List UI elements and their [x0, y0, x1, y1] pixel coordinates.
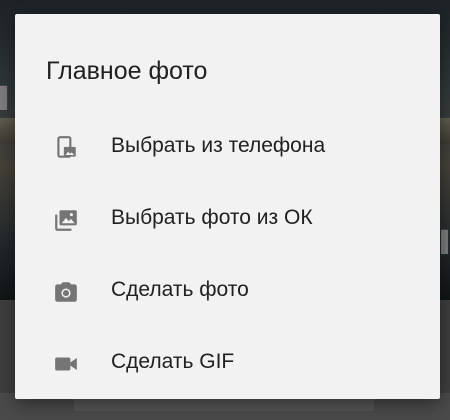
main-photo-dialog: Главное фото Выбрать из телефона Выбрать…	[15, 14, 440, 399]
background-edge-fragment: ▌	[441, 231, 450, 253]
photo-library-icon	[53, 207, 79, 233]
phone-photo-icon	[53, 135, 79, 161]
menu-item-choose-from-ok[interactable]: Выбрать фото из ОК	[15, 182, 440, 254]
menu-item-label: Сделать фото	[111, 278, 249, 301]
background-text-placeholder	[74, 397, 374, 411]
dialog-title: Главное фото	[46, 57, 208, 85]
videocam-icon	[53, 351, 79, 377]
menu-item-label: Выбрать фото из ОК	[111, 206, 313, 229]
camera-icon	[53, 279, 79, 305]
menu-item-label: Сделать GIF	[111, 350, 235, 373]
screen: ▌ ▌ Главное фото Выбрать из телефона Выб…	[0, 0, 450, 420]
menu-item-label: Выбрать из телефона	[111, 134, 326, 157]
photo-source-menu: Выбрать из телефона Выбрать фото из ОК С…	[15, 110, 440, 398]
menu-item-make-gif[interactable]: Сделать GIF	[15, 326, 440, 398]
background-edge-fragment: ▌	[0, 87, 15, 109]
menu-item-choose-from-phone[interactable]: Выбрать из телефона	[15, 110, 440, 182]
menu-item-take-photo[interactable]: Сделать фото	[15, 254, 440, 326]
